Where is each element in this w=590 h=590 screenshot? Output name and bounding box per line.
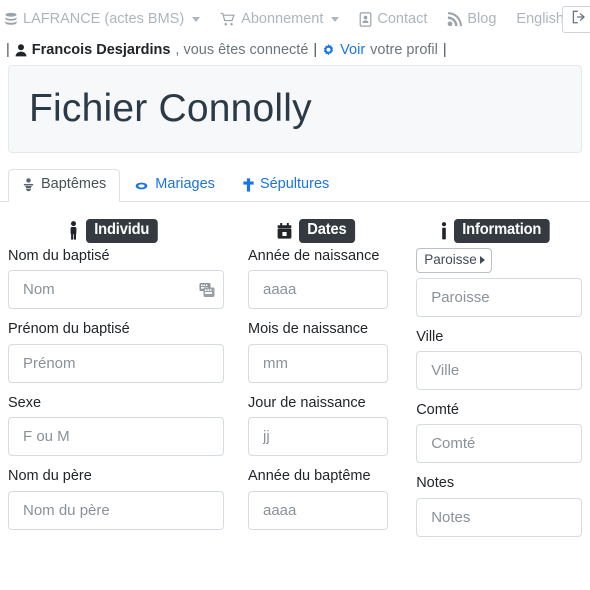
nav-label-english: English bbox=[516, 10, 564, 27]
info-icon bbox=[441, 222, 447, 240]
keyboard-icon[interactable] bbox=[199, 282, 215, 297]
form-column-information: Paroisse Ville Comté Notes bbox=[416, 248, 582, 549]
paroisse-picker-button[interactable]: Paroisse bbox=[416, 248, 492, 273]
input-annee-de-naissance[interactable] bbox=[248, 270, 389, 310]
label-sexe: Sexe bbox=[8, 394, 42, 411]
record-type-tabs: Baptêmes Mariages Sépultures bbox=[0, 167, 590, 202]
user-icon bbox=[15, 43, 27, 57]
label-nom-du-pere: Nom du père bbox=[8, 468, 92, 485]
id-card-icon bbox=[359, 11, 372, 27]
field-jour-de-naissance: Jour de naissance bbox=[248, 394, 389, 457]
label-mois-de-naissance: Mois de naissance bbox=[248, 321, 369, 338]
cart-icon bbox=[220, 12, 236, 27]
nav-item-lafrance[interactable]: LAFRANCE (actes BMS) bbox=[4, 10, 201, 27]
field-paroisse: Paroisse bbox=[416, 248, 582, 317]
view-profile-link[interactable]: Voir bbox=[340, 42, 365, 58]
search-form: Nom du baptisé Nom Prénom du baptisé Pré… bbox=[0, 248, 590, 549]
field-annee-de-naissance: Année de naissance bbox=[248, 248, 389, 310]
field-nom-du-baptise: Nom du baptisé bbox=[8, 248, 224, 310]
person-icon bbox=[68, 221, 79, 241]
input-nom-du-pere[interactable] bbox=[8, 490, 224, 530]
column-headings: Individu Dates Information bbox=[0, 216, 590, 246]
form-column-dates: Année de naissance Mois de naissance Jou… bbox=[248, 248, 389, 549]
chevron-right-icon bbox=[479, 255, 485, 264]
separator-pipe-mid: | bbox=[313, 42, 318, 58]
badge-information: Information bbox=[453, 219, 550, 243]
nav-item-contact[interactable]: Contact bbox=[359, 12, 427, 27]
column-heading-dates: Dates bbox=[248, 219, 388, 243]
input-sexe[interactable] bbox=[8, 417, 224, 457]
label-ville: Ville bbox=[416, 328, 444, 345]
user-status-bar: | Francois Desjardins, vous êtes connect… bbox=[0, 38, 590, 65]
input-paroisse[interactable] bbox=[416, 277, 582, 317]
page-header-jumbotron: Fichier Connolly bbox=[8, 65, 582, 153]
field-mois-de-naissance: Mois de naissance bbox=[248, 321, 389, 383]
input-ville[interactable] bbox=[416, 350, 582, 390]
form-column-individu: Nom du baptisé Nom Prénom du baptisé Pré… bbox=[8, 248, 224, 549]
field-comte: Comté bbox=[416, 401, 582, 464]
field-ville: Ville bbox=[416, 329, 582, 390]
input-wrap-nom bbox=[8, 270, 224, 310]
label-jour-de-naissance: Jour de naissance bbox=[248, 394, 366, 411]
page-title: Fichier Connolly bbox=[29, 87, 312, 130]
paroisse-button-label: Paroisse bbox=[424, 252, 477, 267]
calendar-icon bbox=[277, 222, 292, 239]
label-annee-de-naissance: Année de naissance bbox=[248, 248, 380, 264]
label-nom-du-baptise: Nom du baptisé bbox=[8, 248, 110, 264]
field-sexe: Sexe bbox=[8, 394, 224, 457]
column-heading-individu: Individu bbox=[8, 219, 224, 243]
cross-icon bbox=[243, 178, 254, 192]
label-comte: Comté bbox=[416, 401, 459, 418]
ring-icon bbox=[134, 178, 149, 192]
tab-label-sepultures: Sépultures bbox=[259, 176, 330, 193]
nav-label-abonnement: Abonnement bbox=[241, 10, 324, 27]
input-prenom-du-baptise[interactable] bbox=[8, 343, 224, 383]
connected-text: , vous êtes connecté bbox=[175, 42, 309, 58]
badge-individu: Individu bbox=[86, 219, 158, 243]
column-heading-information: Information bbox=[416, 219, 582, 243]
input-nom-du-baptise[interactable] bbox=[8, 270, 224, 310]
user-name: Francois Desjardins bbox=[31, 42, 171, 58]
baby-icon bbox=[22, 178, 35, 192]
logout-button[interactable] bbox=[562, 6, 590, 33]
gear-icon[interactable] bbox=[322, 43, 335, 57]
label-notes: Notes bbox=[416, 475, 455, 492]
tab-mariages[interactable]: Mariages bbox=[120, 169, 229, 202]
separator-pipe-right: | bbox=[442, 42, 447, 58]
nav-item-blog[interactable]: Blog bbox=[447, 10, 497, 27]
input-mois-de-naissance[interactable] bbox=[248, 343, 389, 383]
nav-item-abonnement[interactable]: Abonnement bbox=[220, 10, 340, 27]
chevron-down-icon bbox=[331, 16, 340, 22]
input-jour-de-naissance[interactable] bbox=[248, 417, 389, 457]
field-notes: Notes bbox=[416, 475, 582, 537]
label-annee-du-bapteme: Année du baptême bbox=[248, 468, 371, 485]
input-notes[interactable] bbox=[416, 497, 582, 537]
separator-pipe-left: | bbox=[6, 42, 10, 58]
profile-tail-text: votre profil bbox=[370, 42, 438, 58]
chevron-down-icon bbox=[192, 16, 201, 22]
field-prenom-du-baptise: Prénom du baptisé bbox=[8, 321, 224, 383]
nav-label-contact: Contact bbox=[377, 10, 428, 27]
input-comte[interactable] bbox=[416, 424, 582, 464]
nav-item-english[interactable]: English bbox=[516, 12, 564, 27]
nav-label-blog: Blog bbox=[467, 10, 497, 27]
nav-label-lafrance: LAFRANCE (actes BMS) bbox=[23, 10, 185, 27]
field-annee-du-bapteme: Année du baptême bbox=[248, 468, 389, 530]
badge-dates: Dates bbox=[298, 219, 355, 243]
database-icon bbox=[4, 12, 18, 27]
label-prenom-du-baptise: Prénom du baptisé bbox=[8, 321, 130, 338]
top-navbar: LAFRANCE (actes BMS) Abonnement Contact bbox=[0, 0, 590, 38]
tab-baptemes[interactable]: Baptêmes bbox=[8, 169, 121, 202]
tab-label-baptemes: Baptêmes bbox=[41, 176, 107, 193]
tab-label-mariages: Mariages bbox=[155, 176, 215, 193]
field-nom-du-pere: Nom du père bbox=[8, 468, 224, 530]
rss-icon bbox=[447, 11, 463, 27]
tab-sepultures[interactable]: Sépultures bbox=[229, 169, 343, 202]
input-annee-du-bapteme[interactable] bbox=[248, 490, 389, 530]
sign-out-icon bbox=[572, 10, 587, 29]
